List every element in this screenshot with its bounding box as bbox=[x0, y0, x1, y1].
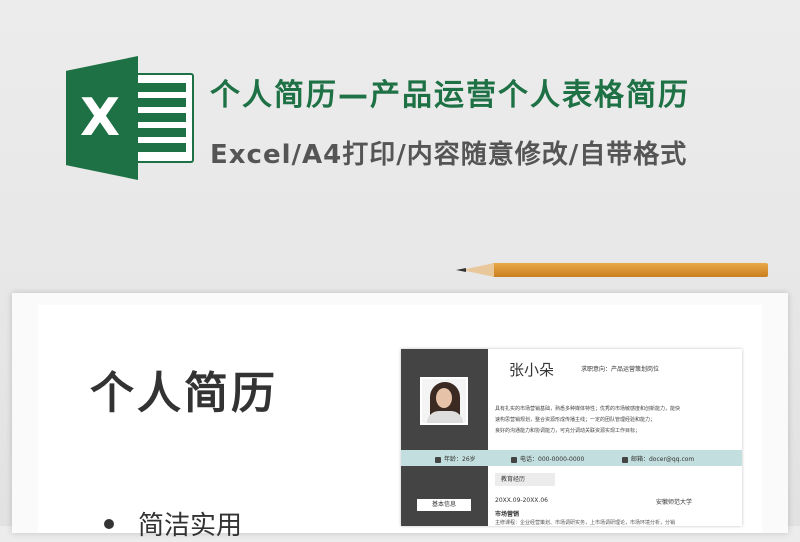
age-text: 年龄：26岁 bbox=[444, 456, 476, 463]
email-info: 邮箱：docer@qq.com bbox=[622, 454, 694, 463]
page-subtitle: Excel/A4打印/内容随意修改/自带格式 bbox=[210, 140, 688, 170]
intro-line: 具有扎实的市场营销基础，熟悉多种媒体特性；优秀的市场敏感度和创新能力，能快 bbox=[495, 406, 681, 412]
resume-intro: 具有扎实的市场营销基础，熟悉多种媒体特性；优秀的市场敏感度和创新能力，能快 速构… bbox=[495, 404, 737, 437]
profile-photo bbox=[420, 377, 468, 425]
person-icon bbox=[435, 456, 441, 463]
education-date: 20XX.09-20XX.06 bbox=[495, 497, 548, 504]
age-info: 年龄：26岁 bbox=[435, 454, 476, 463]
bullet-icon bbox=[104, 519, 114, 529]
phone-icon bbox=[511, 456, 517, 463]
excel-logo-icon: X bbox=[66, 56, 194, 180]
intro-line: 速构思营销规划，整合资源形成传播主线；一定的团队管理经验和能力； bbox=[495, 417, 656, 423]
phone-info: 电话：000-0000-0000 bbox=[511, 454, 584, 463]
education-major: 市场营销 bbox=[495, 511, 520, 518]
pencil-icon bbox=[456, 263, 768, 277]
resume-job-intent: 求职意向：产品运营策划岗位 bbox=[581, 366, 660, 373]
email-text: 邮箱：docer@qq.com bbox=[631, 456, 695, 463]
page-title: 个人简历—产品运营个人表格简历 bbox=[210, 78, 690, 113]
slide-title: 个人简历 bbox=[90, 368, 278, 419]
basic-info-heading: 基本信息 bbox=[417, 499, 471, 511]
slide-bullet-text: 简洁实用 bbox=[138, 511, 243, 541]
logo-letter: X bbox=[80, 88, 121, 148]
resume-name: 张小朵 bbox=[509, 361, 555, 379]
resume-preview: 张小朵 求职意向：产品运营策划岗位 具有扎实的市场营销基础，熟悉多种媒体特性；优… bbox=[401, 349, 742, 526]
mail-icon bbox=[622, 456, 628, 463]
education-heading: 教育经历 bbox=[495, 473, 555, 486]
education-school: 安徽师范大学 bbox=[656, 499, 693, 506]
education-course: 主修课程：企业经营策划、市场调研实务，上市场调研理论，市场环境分析，分销 bbox=[495, 520, 676, 526]
phone-text: 电话：000-0000-0000 bbox=[520, 456, 585, 463]
intro-line: 良好的沟通能力和协调能力，可充分调动关联资源实现工作目标； bbox=[495, 428, 641, 434]
